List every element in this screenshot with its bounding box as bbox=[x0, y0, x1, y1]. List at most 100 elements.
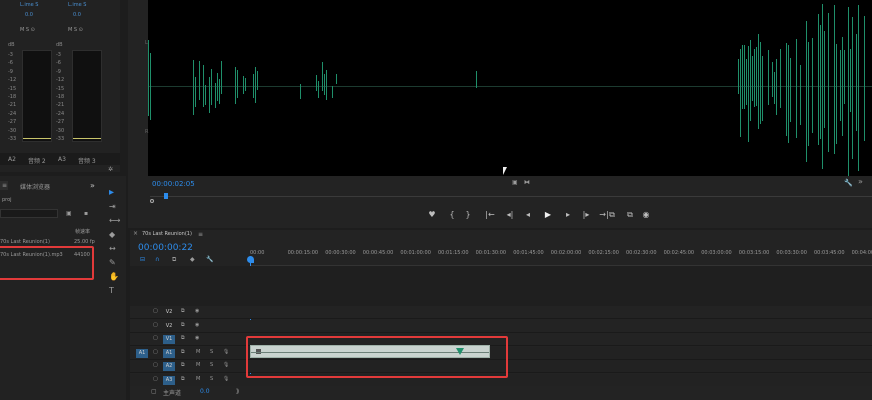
settings-wrench-icon[interactable]: 🔧 bbox=[844, 179, 853, 187]
type-tool-icon[interactable]: T bbox=[109, 287, 114, 295]
playhead-handle[interactable] bbox=[247, 256, 254, 263]
master-lock-icon[interactable]: ▢ bbox=[151, 388, 157, 396]
waveform-display[interactable] bbox=[148, 0, 872, 176]
panel-overflow-icon[interactable]: » bbox=[90, 181, 95, 190]
selection-tool-icon[interactable]: ▸ bbox=[109, 188, 114, 198]
timeline-close-icon[interactable]: × bbox=[133, 230, 138, 237]
waveform-sample bbox=[253, 73, 254, 99]
transport-button-4[interactable]: ◂| bbox=[504, 210, 516, 220]
project-search-input[interactable] bbox=[0, 209, 58, 218]
column-header-framerate[interactable]: 帧速率 bbox=[75, 228, 90, 235]
transport-button-5[interactable]: ◂ bbox=[522, 210, 534, 220]
linked-selection-icon[interactable]: ∩ bbox=[155, 256, 159, 264]
track-lock-icon[interactable]: ▢ bbox=[153, 322, 158, 328]
snap-icon[interactable]: ⊟ bbox=[140, 256, 145, 264]
scrubber-playhead[interactable] bbox=[164, 193, 168, 199]
timeline-timecode[interactable]: 00:00:00:22 bbox=[138, 243, 193, 253]
marker-icon[interactable]: ◆ bbox=[190, 256, 195, 264]
pen-tool-icon[interactable]: ✎ bbox=[109, 259, 116, 267]
transport-button-11[interactable]: ⧉ bbox=[624, 210, 636, 220]
sync-lock-icon[interactable]: ⧉ bbox=[181, 349, 185, 355]
razor-tool-icon[interactable]: ◆ bbox=[109, 231, 115, 239]
ripple-edit-tool-icon[interactable]: ⟷ bbox=[109, 217, 120, 225]
scrubber-track bbox=[150, 196, 872, 197]
eye-icon[interactable]: ◉ bbox=[195, 335, 199, 341]
sync-lock-icon[interactable]: ⧉ bbox=[181, 308, 185, 314]
project-tab-menu[interactable]: ≡ bbox=[2, 182, 7, 189]
transport-button-6[interactable]: ▶ bbox=[542, 210, 554, 220]
waveform-sample bbox=[257, 71, 258, 91]
track-select-tool-icon[interactable]: ⇥ bbox=[109, 203, 116, 211]
time-ruler[interactable] bbox=[250, 246, 872, 266]
sequence-tab[interactable]: 70s Last Reunion(1) bbox=[142, 231, 192, 237]
waveform-sample bbox=[219, 79, 220, 104]
drag-video-icon[interactable]: ▣ bbox=[512, 179, 518, 187]
mixer-ch1-buttons[interactable]: M S ⊙ bbox=[20, 27, 35, 33]
transport-button-2[interactable]: } bbox=[462, 210, 474, 220]
transport-button-1[interactable]: { bbox=[446, 210, 458, 220]
panel-overflow-icon[interactable]: » bbox=[858, 178, 863, 186]
track-target-v2[interactable]: V2 bbox=[163, 308, 175, 317]
waveform-sample bbox=[818, 13, 819, 146]
transport-button-12[interactable]: ◉ bbox=[640, 210, 652, 220]
transport-button-10[interactable]: ⧉ bbox=[606, 210, 618, 220]
master-value[interactable]: 0.0 bbox=[200, 388, 210, 395]
sync-lock-icon[interactable]: ⧉ bbox=[181, 322, 185, 328]
media-browser-tab[interactable]: 媒体浏览器 bbox=[20, 182, 50, 191]
timeline-settings-icon[interactable]: 🔧 bbox=[206, 256, 213, 264]
ruler-tick-label: 00:02:15:00 bbox=[588, 250, 619, 256]
microphone-icon[interactable]: 🎙 bbox=[223, 349, 229, 355]
eye-icon[interactable]: ◉ bbox=[195, 308, 199, 314]
track-lock-icon[interactable]: ▢ bbox=[153, 335, 158, 341]
transport-button-7[interactable]: ▸ bbox=[562, 210, 574, 220]
solo-button[interactable]: S bbox=[210, 362, 213, 368]
mixer-ch1-value[interactable]: 0.0 bbox=[25, 12, 33, 18]
hand-tool-icon[interactable]: ✋ bbox=[109, 273, 119, 281]
mixer-ch2-value[interactable]: 0.0 bbox=[73, 12, 81, 18]
transport-button-0[interactable]: ♥ bbox=[426, 210, 438, 220]
mixer-ch1-name: L.ime S bbox=[20, 2, 39, 8]
track-target-a2[interactable]: A2 bbox=[163, 362, 175, 371]
project-item-name[interactable]: 70s Last Reunion(1) bbox=[0, 239, 50, 245]
microphone-icon[interactable]: 🎙 bbox=[223, 362, 229, 368]
slip-tool-icon[interactable]: ↔ bbox=[109, 245, 116, 253]
sequence-tab-menu[interactable]: ≡ bbox=[198, 231, 203, 238]
sync-lock-icon[interactable]: ⧉ bbox=[181, 362, 185, 368]
waveform-sample bbox=[746, 58, 747, 105]
master-end-icon[interactable]: ⟫ bbox=[236, 388, 239, 396]
waveform-sample bbox=[336, 74, 337, 84]
track-lock-icon[interactable]: ▢ bbox=[153, 376, 158, 382]
track-lock-icon[interactable]: ▢ bbox=[153, 349, 158, 355]
solo-button[interactable]: S bbox=[210, 376, 213, 382]
source-scrubber[interactable] bbox=[150, 192, 872, 203]
mixer-settings-icon[interactable]: ✲ bbox=[108, 166, 113, 174]
mute-button[interactable]: M bbox=[196, 349, 200, 355]
sync-lock-icon[interactable]: ⧉ bbox=[181, 376, 185, 382]
source-timecode[interactable]: 00:00:02:05 bbox=[152, 180, 195, 188]
microphone-icon[interactable]: 🎙 bbox=[223, 376, 229, 382]
track-lock-icon[interactable]: ▢ bbox=[153, 362, 158, 368]
mute-button[interactable]: M bbox=[196, 376, 200, 382]
transport-button-3[interactable]: |← bbox=[484, 210, 496, 220]
track-target-v2[interactable]: V2 bbox=[163, 322, 175, 331]
eye-icon[interactable]: ◉ bbox=[195, 322, 199, 328]
transport-button-8[interactable]: |▸ bbox=[580, 210, 592, 220]
new-bin-icon[interactable]: ▣ bbox=[66, 210, 72, 218]
track-target-a1[interactable]: A1 bbox=[163, 348, 175, 358]
sync-lock-icon[interactable]: ⧉ bbox=[181, 335, 185, 341]
waveform-sample bbox=[776, 58, 777, 115]
waveform-sample bbox=[217, 73, 218, 101]
track-lock-icon[interactable]: ▢ bbox=[153, 308, 158, 314]
project-options-icon[interactable]: ▪ bbox=[84, 210, 88, 218]
mixer-ch2-buttons[interactable]: M S ⊙ bbox=[68, 27, 83, 33]
meter-level-ch1 bbox=[23, 138, 51, 139]
master-label: 主声道 bbox=[163, 390, 182, 397]
track-target-a3[interactable]: A3 bbox=[163, 375, 175, 385]
solo-button[interactable]: S bbox=[210, 349, 213, 355]
track-target-v1[interactable]: V1 bbox=[163, 335, 175, 344]
mute-button[interactable]: M bbox=[196, 362, 200, 368]
add-marker-icon[interactable]: ⧉ bbox=[172, 256, 176, 264]
source-patch-a1[interactable]: A1 bbox=[136, 348, 148, 358]
waveform-sample bbox=[796, 39, 797, 139]
drag-audio-icon[interactable]: ⧓ bbox=[524, 179, 530, 187]
